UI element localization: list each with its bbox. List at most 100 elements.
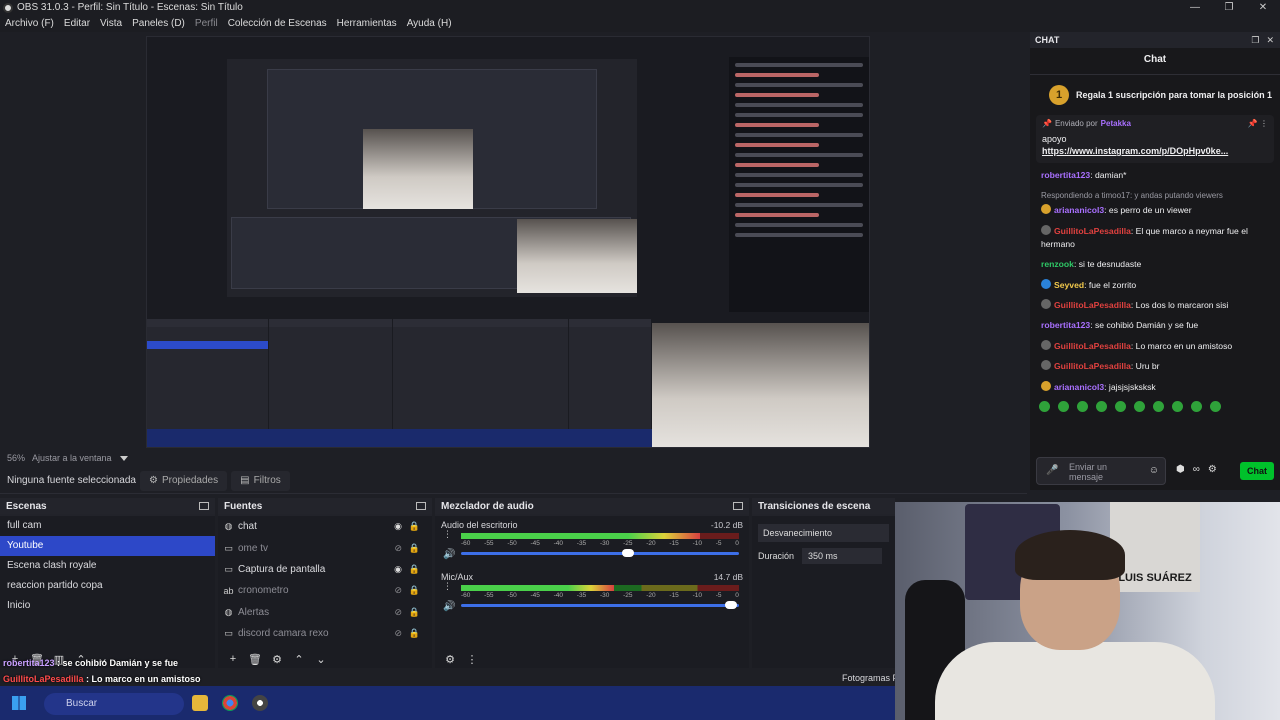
gear-icon[interactable]: ⚙ bbox=[1208, 464, 1217, 475]
move-down-icon[interactable]: ⌄ bbox=[310, 653, 332, 666]
volume-slider[interactable] bbox=[461, 549, 739, 557]
lock-icon[interactable]: 🔒 bbox=[409, 564, 420, 575]
duration-input[interactable]: 350 ms bbox=[802, 548, 883, 564]
obs-taskbar-icon[interactable] bbox=[252, 695, 268, 711]
maximize-button[interactable]: ❐ bbox=[1212, 0, 1246, 15]
emote-icon[interactable] bbox=[1096, 400, 1107, 412]
menu-scene-collection[interactable]: Colección de Escenas bbox=[223, 18, 332, 29]
pin-menu-icon[interactable]: 📌 ⋮ bbox=[1248, 119, 1268, 128]
remove-source-icon[interactable]: 🗑 bbox=[244, 653, 266, 666]
undock-icon[interactable]: ❐ bbox=[1251, 35, 1259, 45]
pinned-link[interactable]: https://www.instagram.com/p/DOpHpv0ke... bbox=[1042, 146, 1268, 156]
emote-icon[interactable] bbox=[1058, 400, 1069, 412]
overlay-chat-line: robertita123 : se cohibió Damián y se fu… bbox=[3, 658, 178, 668]
emote-icon[interactable] bbox=[1191, 400, 1202, 412]
undock-icon[interactable] bbox=[199, 502, 209, 510]
visibility-icon[interactable]: ◉ bbox=[394, 521, 402, 532]
menu-profile[interactable]: Perfil bbox=[190, 18, 223, 29]
close-button[interactable]: ✕ bbox=[1246, 0, 1280, 15]
source-item[interactable]: ▭ discord camara rexo ⊘ 🔒 bbox=[218, 623, 432, 644]
emote-icon[interactable] bbox=[1077, 400, 1088, 412]
lock-icon[interactable]: 🔒 bbox=[409, 585, 420, 596]
hidden-icon[interactable]: ⊘ bbox=[394, 543, 402, 554]
chrome-icon[interactable] bbox=[222, 695, 238, 711]
chat-input[interactable]: 🎤 Enviar un mensaje ☺ bbox=[1036, 457, 1166, 485]
menu-edit[interactable]: Editar bbox=[59, 18, 95, 29]
emoji-icon[interactable]: ☺ bbox=[1149, 465, 1159, 476]
gear-icon[interactable]: ⚙ bbox=[439, 653, 461, 666]
file-explorer-icon[interactable] bbox=[192, 695, 208, 711]
windows-start-icon[interactable] bbox=[12, 696, 26, 710]
visibility-icon[interactable]: ◉ bbox=[394, 564, 402, 575]
chat-username[interactable]: GuillitoLaPesadilla bbox=[1054, 361, 1131, 371]
more-icon[interactable]: ⋮ bbox=[461, 653, 483, 666]
menu-tools[interactable]: Herramientas bbox=[332, 18, 402, 29]
menu-view[interactable]: Vista bbox=[95, 18, 127, 29]
emote-icon[interactable] bbox=[1039, 400, 1050, 412]
source-item[interactable]: ab cronometro ⊘ 🔒 bbox=[218, 580, 432, 601]
menu-docks[interactable]: Paneles (D) bbox=[127, 18, 190, 29]
properties-button[interactable]: ⚙ Propiedades bbox=[140, 470, 228, 491]
minimize-button[interactable]: — bbox=[1178, 0, 1212, 15]
chat-send-button[interactable]: Chat bbox=[1240, 462, 1274, 480]
source-item[interactable]: ▭ Captura de pantalla ◉ 🔒 bbox=[218, 559, 432, 580]
fit-window-label[interactable]: Ajustar a la ventana bbox=[32, 453, 112, 463]
zoom-dropdown-icon[interactable] bbox=[119, 455, 128, 461]
preview-canvas[interactable] bbox=[0, 32, 1027, 450]
scene-item-active[interactable]: Youtube bbox=[0, 536, 215, 556]
source-item[interactable]: ◍ chat ◉ 🔒 bbox=[218, 516, 432, 537]
scene-item[interactable]: full cam bbox=[0, 516, 215, 536]
move-up-icon[interactable]: ⌃ bbox=[288, 653, 310, 666]
lock-icon[interactable]: 🔒 bbox=[409, 543, 420, 554]
lock-icon[interactable]: 🔒 bbox=[409, 607, 420, 618]
undock-icon[interactable] bbox=[733, 502, 743, 510]
hidden-icon[interactable]: ⊘ bbox=[394, 585, 402, 596]
slider-knob[interactable] bbox=[724, 601, 737, 609]
sub-goal-banner[interactable]: 1 Regala 1 suscripción para tomar la pos… bbox=[1030, 75, 1280, 105]
filters-button[interactable]: ▤ Filtros bbox=[231, 470, 290, 491]
chat-username[interactable]: renzook bbox=[1041, 259, 1074, 269]
infinity-icon[interactable]: ∞ bbox=[1193, 464, 1200, 475]
chat-username[interactable]: ariananicol3 bbox=[1054, 382, 1104, 392]
pinned-user[interactable]: Petakka bbox=[1101, 119, 1131, 128]
chat-username[interactable]: GuillitoLaPesadilla bbox=[1054, 341, 1131, 351]
lock-icon[interactable]: 🔒 bbox=[409, 628, 420, 639]
speaker-icon[interactable]: 🔊 bbox=[443, 601, 455, 612]
slider-knob[interactable] bbox=[621, 549, 634, 557]
scene-item[interactable]: Escena clash royale bbox=[0, 556, 215, 576]
lock-icon[interactable]: 🔒 bbox=[409, 521, 420, 532]
volume-slider[interactable] bbox=[461, 601, 739, 609]
close-icon[interactable]: ✕ bbox=[1266, 35, 1274, 45]
transition-select[interactable]: Desvanecimiento bbox=[758, 524, 889, 542]
scene-item[interactable]: Inicio bbox=[0, 596, 215, 616]
add-source-icon[interactable]: + bbox=[222, 653, 244, 665]
source-item[interactable]: ▭ ome tv ⊘ 🔒 bbox=[218, 537, 432, 558]
chat-username[interactable]: Seyved bbox=[1054, 280, 1084, 290]
chat-username[interactable]: robertita123 bbox=[1041, 320, 1090, 330]
points-icon[interactable]: ⬢ bbox=[1176, 464, 1185, 475]
channel-menu-icon[interactable]: ⋮ bbox=[443, 581, 452, 592]
menu-file[interactable]: Archivo (F) bbox=[0, 18, 59, 29]
menu-help[interactable]: Ayuda (H) bbox=[402, 18, 457, 29]
microphone-icon[interactable]: 🎤 bbox=[1046, 465, 1058, 476]
chat-username[interactable]: GuillitoLaPesadilla bbox=[1054, 300, 1131, 310]
emote-icon[interactable] bbox=[1153, 400, 1164, 412]
chat-username[interactable]: GuillitoLaPesadilla bbox=[1054, 226, 1131, 236]
emote-icon[interactable] bbox=[1172, 400, 1183, 412]
source-item[interactable]: ◍ Alertas ⊘ 🔒 bbox=[218, 602, 432, 623]
emote-icon[interactable] bbox=[1115, 400, 1126, 412]
undock-icon[interactable] bbox=[416, 502, 426, 510]
emote-icon[interactable] bbox=[1210, 400, 1221, 412]
channel-menu-icon[interactable]: ⋮ bbox=[443, 529, 452, 540]
pinned-message[interactable]: 📌 Enviado por Petakka 📌 ⋮ apoyo https://… bbox=[1036, 115, 1274, 163]
gear-icon[interactable]: ⚙ bbox=[266, 653, 288, 666]
chat-username[interactable]: ariananicol3 bbox=[1054, 205, 1104, 215]
taskbar-search[interactable]: Buscar bbox=[44, 693, 184, 715]
emote-icon[interactable] bbox=[1134, 400, 1145, 412]
hidden-icon[interactable]: ⊘ bbox=[394, 607, 402, 618]
scene-item[interactable]: reaccion partido copa bbox=[0, 576, 215, 596]
chat-username[interactable]: robertita123 bbox=[1041, 170, 1090, 180]
nested-bottom-docks bbox=[147, 319, 652, 429]
hidden-icon[interactable]: ⊘ bbox=[394, 628, 402, 639]
speaker-icon[interactable]: 🔊 bbox=[443, 549, 455, 560]
